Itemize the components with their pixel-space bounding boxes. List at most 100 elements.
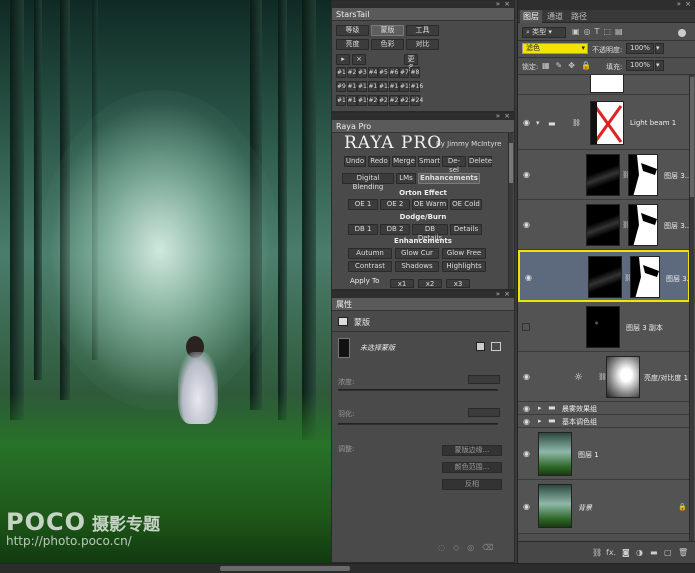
bottom-scrollbar[interactable] (0, 563, 695, 573)
scrollbar[interactable] (508, 133, 513, 289)
raya-tab-lms[interactable]: LMs (396, 173, 416, 184)
add-mask-icon[interactable]: ◙ (622, 548, 630, 557)
layer-row[interactable] (518, 75, 690, 95)
eye-icon[interactable]: ◉ (525, 274, 533, 282)
color-range-button[interactable]: 颜色范围... (442, 462, 502, 473)
close-icon[interactable]: × (504, 0, 510, 8)
layer-row[interactable]: ◉ ▸ ▬ 晨雾效果组 (518, 402, 690, 415)
link-layers-icon[interactable]: ⛓ (592, 548, 602, 557)
close-icon[interactable]: × (504, 112, 510, 120)
orton-button-0[interactable]: OE 1 (348, 199, 378, 210)
eye-icon[interactable]: ◉ (523, 503, 531, 511)
raya-delete-button[interactable]: Delete (468, 156, 492, 167)
collapse-icon[interactable]: » (496, 290, 500, 298)
dodge-burn-button-0[interactable]: DB 1 (348, 224, 378, 235)
feather-slider[interactable] (338, 423, 498, 425)
orton-button-3[interactable]: OE Cold (450, 199, 482, 210)
layer-row[interactable]: 图层 3 副本 (518, 302, 690, 352)
raya-merge-button[interactable]: Merge (392, 156, 416, 167)
filter-icons[interactable]: ▣◎T⬚▤ (572, 27, 627, 36)
lock-icons[interactable]: ▦✎✥🔒 (542, 61, 597, 70)
chevron-right-icon[interactable]: ▸ (538, 404, 542, 412)
eye-icon[interactable]: ◉ (523, 450, 531, 458)
enhancement-button[interactable]: Highlights (442, 261, 486, 272)
chevron-right-icon[interactable]: ▸ (538, 417, 542, 425)
layer-row[interactable]: ◉⛓图层 3... (518, 150, 690, 200)
starstail-preset-button[interactable]: #14 (388, 81, 402, 92)
starstail-tool-1[interactable]: 色彩 (371, 39, 404, 50)
starstail-preset-button[interactable]: #11 (357, 81, 371, 92)
play-button[interactable]: ▸ (336, 54, 350, 65)
collapse-icon[interactable]: » (677, 0, 681, 8)
adjustment-layer-icon[interactable]: ◑ (636, 548, 643, 557)
eye-icon[interactable]: ◉ (523, 418, 531, 426)
filter-toggle-icon[interactable] (678, 29, 686, 37)
starstail-preset-button[interactable]: #1 (336, 67, 346, 78)
tab-channels[interactable]: 通道 (544, 10, 566, 23)
raya-undo-button[interactable]: Undo (344, 156, 366, 167)
close-icon[interactable]: × (685, 0, 691, 8)
starstail-preset-button[interactable]: #20 (367, 95, 381, 106)
starstail-tab-1[interactable]: 蒙版 (371, 25, 404, 36)
enhancement-button[interactable]: Autumn (348, 248, 392, 259)
fx-icon[interactable]: fx. (606, 548, 616, 557)
tab-layers[interactable]: 图层 (520, 10, 542, 23)
collapse-icon[interactable]: » (496, 0, 500, 8)
density-slider[interactable] (338, 389, 498, 391)
new-layer-icon[interactable]: ▢ (664, 548, 672, 557)
enhancement-button[interactable]: Glow Cur (395, 248, 439, 259)
enhancement-button[interactable]: Glow Free (442, 248, 486, 259)
feather-value-field[interactable] (468, 408, 500, 417)
remove-button[interactable]: × (352, 54, 366, 65)
enhancement-button[interactable]: Shadows (395, 261, 439, 272)
starstail-preset-button[interactable]: #13 (378, 81, 392, 92)
layer-row[interactable]: ◉⛓图层 3... (518, 200, 690, 250)
starstail-preset-button[interactable]: #19 (357, 95, 371, 106)
new-group-icon[interactable]: ▬ (650, 548, 658, 557)
visibility-box[interactable] (522, 323, 530, 331)
fill-field[interactable]: 100% (626, 60, 654, 71)
close-icon[interactable]: × (504, 290, 510, 298)
layer-row[interactable]: ◉ ▾ ▬ ⛓ Light beam 1 (518, 95, 690, 150)
starstail-tool-2[interactable]: 对比 (406, 39, 439, 50)
eye-icon[interactable]: ◉ (523, 171, 531, 179)
starstail-preset-button[interactable]: #12 (367, 81, 381, 92)
filter-kind-select[interactable]: ⌕ 类型 ▾ (522, 27, 566, 38)
starstail-tool-0[interactable]: 亮度 (336, 39, 369, 50)
properties-footer-icons[interactable]: ◌◇◎⌫ (438, 543, 501, 552)
raya-smart-button[interactable]: Smart (418, 156, 440, 167)
mask-edge-button[interactable]: 蒙版边缘... (442, 445, 502, 456)
starstail-preset-button[interactable]: #17 (336, 95, 350, 106)
layers-scrollbar[interactable] (689, 75, 694, 541)
starstail-preset-button[interactable]: #23 (399, 95, 413, 106)
starstail-preset-button[interactable]: #24 (409, 95, 423, 106)
add-vector-mask-icon[interactable] (491, 342, 501, 351)
apply-to-button[interactable]: x3 (446, 279, 470, 288)
document-canvas[interactable]: POCO 摄影专题 http://photo.poco.cn/ (0, 0, 331, 563)
eye-icon[interactable]: ◉ (523, 373, 531, 381)
starstail-preset-button[interactable]: #4 (367, 67, 378, 78)
starstail-preset-button[interactable]: #6 (388, 67, 399, 78)
mask-mode-icon[interactable] (338, 317, 348, 326)
starstail-tab-2[interactable]: 工具 (406, 25, 439, 36)
raya-tab-enhancements[interactable]: Enhancements (418, 173, 480, 184)
dodge-burn-button-1[interactable]: DB 2 (380, 224, 410, 235)
layer-row[interactable]: ◉⛓图层 3... (518, 250, 690, 302)
more-button[interactable]: 更多 (404, 54, 418, 72)
tab-paths[interactable]: 路径 (568, 10, 590, 23)
fill-dropdown[interactable]: ▾ (655, 60, 664, 71)
dodge-burn-button-3[interactable]: Details (450, 224, 482, 235)
raya-tab-digital-blending[interactable]: Digital Blending (342, 173, 394, 191)
starstail-preset-button[interactable]: #18 (346, 95, 360, 106)
enhancement-button[interactable]: Contrast (348, 261, 392, 272)
add-pixel-mask-icon[interactable] (476, 342, 485, 351)
layer-row[interactable]: ◉ 背景 🔒 (518, 480, 690, 534)
raya-desel-button[interactable]: De-sel (442, 156, 466, 174)
starstail-preset-button[interactable]: #15 (399, 81, 413, 92)
layer-row[interactable]: ◉ ▸ ▬ 基本调色组 (518, 415, 690, 428)
opacity-dropdown[interactable]: ▾ (655, 43, 664, 54)
raya-redo-button[interactable]: Redo (368, 156, 390, 167)
orton-button-1[interactable]: OE 2 (380, 199, 410, 210)
starstail-preset-button[interactable]: #3 (357, 67, 367, 78)
starstail-preset-button[interactable]: #7 (399, 67, 409, 78)
